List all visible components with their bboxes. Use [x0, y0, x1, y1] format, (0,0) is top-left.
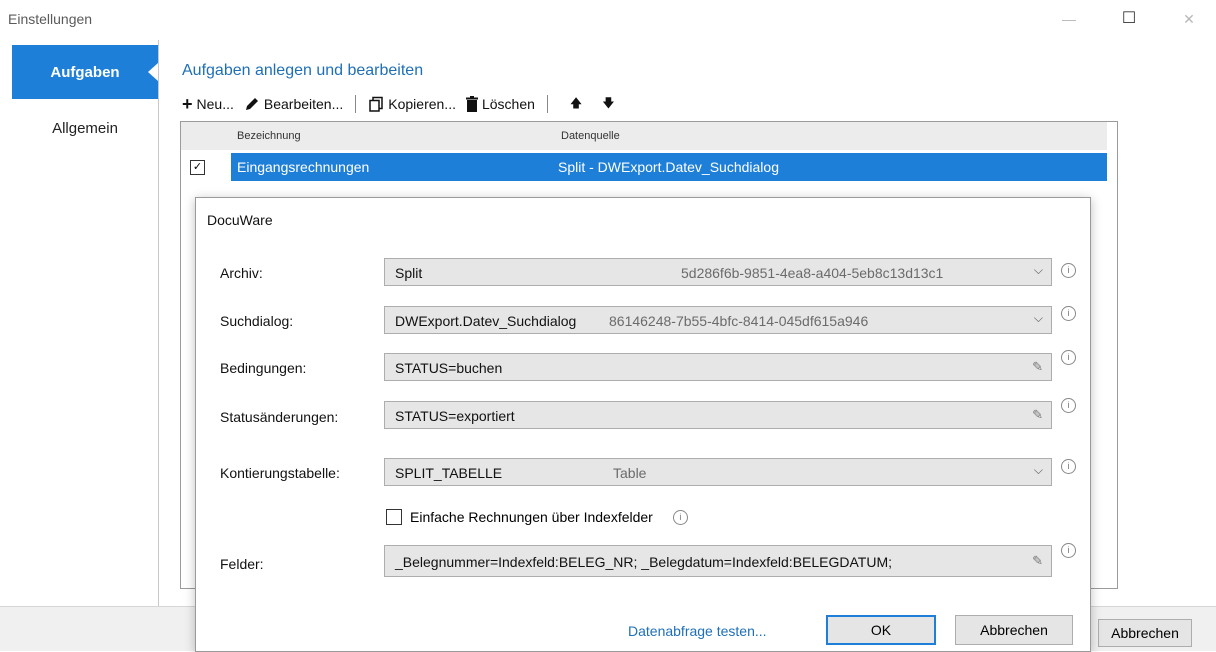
test-query-link[interactable]: Datenabfrage testen... [628, 623, 767, 639]
sidebar-item-label: Aufgaben [50, 63, 120, 81]
row-name: Eingangsrechnungen [237, 159, 370, 175]
sidebar-item-allgemein[interactable]: Allgemein [12, 120, 158, 137]
dialog-title: DocuWare [207, 212, 273, 228]
kontierung-type: Table [613, 465, 647, 481]
page-title: Aufgaben anlegen und bearbeiten [182, 62, 424, 79]
chevron-down-icon: ⌵ [1033, 463, 1043, 477]
row-source: Split - DWExport.Datev_Suchdialog [558, 159, 779, 175]
active-indicator [148, 63, 158, 81]
copy-button[interactable]: Kopieren... [368, 96, 456, 112]
title-bar [0, 0, 1216, 40]
info-icon[interactable]: i [1061, 306, 1076, 321]
kontierung-select[interactable]: SPLIT_TABELLE Table ⌵ [384, 458, 1052, 486]
close-button[interactable]: ✕ [1166, 4, 1212, 34]
row-checkbox[interactable]: ✓ [190, 160, 205, 175]
info-icon[interactable]: i [1061, 398, 1076, 413]
bedingungen-label: Bedingungen: [220, 360, 307, 376]
archiv-label: Archiv: [220, 265, 263, 281]
suchdialog-label: Suchdialog: [220, 313, 294, 329]
minimize-button[interactable]: — [1046, 4, 1092, 34]
suchdialog-id: 86146248-7b55-4bfc-8414-045df615a946 [609, 313, 869, 329]
grid-header [181, 122, 1107, 150]
outer-cancel-button[interactable]: Abbrechen [1098, 619, 1192, 647]
felder-field[interactable]: _Belegnummer=Indexfeld:BELEG_NR; _Belegd… [384, 545, 1052, 577]
table-row[interactable]: Eingangsrechnungen Split - DWExport.Date… [231, 153, 1107, 181]
statusaenderungen-field[interactable]: STATUS=exportiert ✎ [384, 401, 1052, 429]
sidebar-item-label: Allgemein [52, 120, 118, 137]
archiv-value: Split [395, 265, 423, 281]
window-title: Einstellungen [8, 11, 93, 27]
einfache-rechnungen-checkbox[interactable] [386, 509, 402, 525]
info-icon[interactable]: i [1061, 263, 1076, 278]
pencil-icon[interactable]: ✎ [1032, 359, 1043, 375]
delete-button[interactable]: Löschen [465, 96, 535, 112]
ok-button[interactable]: OK [826, 615, 936, 645]
toolbar-separator [546, 95, 548, 113]
pencil-icon[interactable]: ✎ [1032, 407, 1043, 423]
trash-icon [465, 96, 478, 112]
statusaenderungen-value: STATUS=exportiert [395, 408, 515, 424]
kontierung-value: SPLIT_TABELLE [395, 465, 503, 481]
cancel-button[interactable]: Abbrechen [955, 615, 1073, 645]
maximize-button[interactable]: ☐ [1106, 4, 1152, 34]
pencil-icon [245, 98, 258, 110]
info-icon[interactable]: i [672, 509, 688, 525]
archiv-select[interactable]: Split 5d286f6b-9851-4ea8-a404-5eb8c13d13… [384, 258, 1052, 286]
toolbar-separator [355, 95, 357, 113]
chevron-down-icon: ⌵ [1033, 311, 1043, 325]
pencil-icon[interactable]: ✎ [1032, 553, 1043, 569]
felder-label: Felder: [220, 556, 264, 572]
bedingungen-field[interactable]: STATUS=buchen ✎ [384, 353, 1052, 381]
chevron-down-icon: ⌵ [1033, 263, 1043, 277]
bedingungen-value: STATUS=buchen [395, 360, 503, 376]
column-header-datenquelle[interactable]: Datenquelle [561, 130, 620, 142]
einfache-rechnungen-option[interactable]: Einfache Rechnungen über Indexfelder i [386, 509, 688, 525]
edit-button[interactable]: Bearbeiten... [244, 96, 343, 112]
archiv-id: 5d286f6b-9851-4ea8-a404-5eb8c13d13c1 [681, 265, 944, 281]
sidebar-item-aufgaben[interactable]: Aufgaben [12, 45, 158, 99]
copy-icon [369, 96, 384, 112]
info-icon[interactable]: i [1061, 350, 1076, 365]
column-header-bezeichnung[interactable]: Bezeichnung [237, 130, 301, 142]
new-button[interactable]: + Neu... [182, 94, 234, 114]
kontierung-label: Kontierungstabelle: [220, 465, 340, 481]
toolbar: + Neu... Bearbeiten... Kopieren... Lösch… [182, 93, 625, 115]
suchdialog-value: DWExport.Datev_Suchdialog [395, 313, 577, 329]
einfache-rechnungen-label: Einfache Rechnungen über Indexfelder [410, 509, 653, 525]
felder-value: _Belegnummer=Indexfeld:BELEG_NR; _Belegd… [395, 554, 892, 570]
plus-icon: + [182, 94, 193, 114]
move-down-icon[interactable]: 🡇 [602, 94, 614, 115]
move-up-icon[interactable]: 🡅 [570, 94, 582, 115]
info-icon[interactable]: i [1061, 543, 1076, 558]
suchdialog-select[interactable]: DWExport.Datev_Suchdialog 86146248-7b55-… [384, 306, 1052, 334]
statusaenderungen-label: Statusänderungen: [220, 409, 339, 425]
info-icon[interactable]: i [1061, 459, 1076, 474]
